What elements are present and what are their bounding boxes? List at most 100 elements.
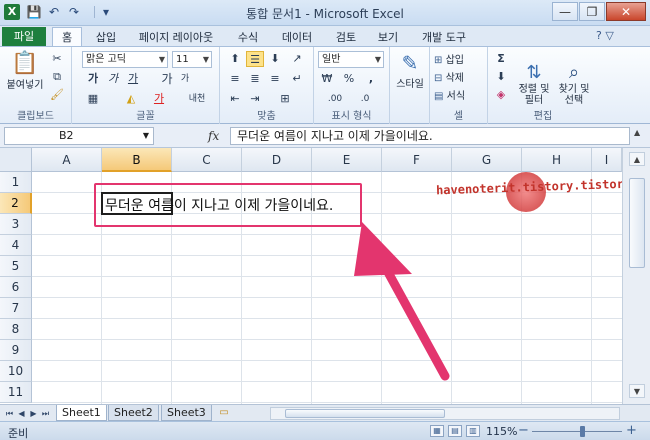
prev-sheet-icon[interactable]: ◀	[16, 407, 27, 420]
horizontal-scrollbar[interactable]	[270, 407, 620, 420]
horizontal-scroll-thumb[interactable]	[285, 409, 445, 418]
tab-formulas[interactable]: 수식	[230, 29, 266, 46]
align-right-icon[interactable]: ≡	[266, 71, 284, 87]
column-header-g[interactable]: G	[452, 148, 522, 172]
column-header-f[interactable]: F	[382, 148, 452, 172]
cut-icon[interactable]: ✂	[48, 51, 66, 67]
italic-button[interactable]: 가	[104, 71, 122, 87]
worksheet-grid[interactable]: ABCDEFGHI 1 2 3 4 5 6 7 8 9 10 11 무더운 여름이 지나고 이제 가…	[0, 148, 650, 404]
column-header-i[interactable]: I	[592, 148, 622, 172]
currency-button[interactable]: ₩	[318, 71, 336, 87]
column-header-c[interactable]: C	[172, 148, 242, 172]
row-header-3[interactable]: 3	[0, 214, 32, 235]
tab-file[interactable]: 파일	[2, 27, 46, 46]
row-header-7[interactable]: 7	[0, 298, 32, 319]
name-box[interactable]: B2 ▼	[4, 127, 154, 145]
tab-insert[interactable]: 삽입	[88, 29, 124, 46]
font-name-combo[interactable]: 맑은 고딕 ▼	[82, 51, 168, 68]
copy-icon[interactable]: ⧉	[48, 69, 66, 85]
zoom-out-button[interactable]: −	[518, 423, 529, 438]
comma-style-button[interactable]: ,	[362, 71, 380, 87]
insert-function-button[interactable]: fx	[208, 129, 219, 143]
row-header-1[interactable]: 1	[0, 172, 32, 193]
scroll-up-icon[interactable]: ▲	[629, 152, 645, 166]
help-icon[interactable]: ? ▽	[596, 29, 614, 42]
tab-page-layout[interactable]: 페이지 레이아웃	[128, 29, 224, 46]
bold-button[interactable]: 가	[84, 71, 102, 87]
phonetic-button[interactable]: 내천	[184, 91, 210, 107]
column-header-d[interactable]: D	[242, 148, 312, 172]
minimize-button[interactable]: —	[552, 2, 578, 21]
restore-button[interactable]: ❐	[579, 2, 605, 21]
column-header-b[interactable]: B	[102, 148, 172, 172]
column-header-e[interactable]: E	[312, 148, 382, 172]
align-top-icon[interactable]: ⬆	[226, 51, 244, 67]
align-center-icon[interactable]: ≣	[246, 71, 264, 87]
sheet-tab-2[interactable]: Sheet2	[108, 405, 159, 421]
tab-developer[interactable]: 개발 도구	[414, 29, 474, 46]
increase-decimal-button[interactable]: .00	[322, 91, 348, 107]
row-header-8[interactable]: 8	[0, 319, 32, 340]
tab-home[interactable]: 홈	[52, 27, 82, 47]
border-icon[interactable]: ▦	[84, 91, 102, 107]
last-sheet-icon[interactable]: ⏭	[40, 407, 51, 420]
row-header-9[interactable]: 9	[0, 340, 32, 361]
vertical-scrollbar[interactable]: ▲ ▼	[622, 148, 650, 404]
format-cells-button[interactable]: ▤ 서식	[434, 87, 465, 102]
styles-button[interactable]: ✎ 스타일	[393, 51, 427, 90]
scroll-down-icon[interactable]: ▼	[629, 384, 645, 398]
font-color-button[interactable]: 가	[150, 91, 168, 107]
decrease-decimal-button[interactable]: .0	[352, 91, 378, 107]
formula-input[interactable]: 무더운 여름이 지나고 이제 가을이네요.	[230, 127, 630, 145]
zoom-slider-track[interactable]	[532, 431, 622, 432]
normal-view-icon[interactable]: ▦	[430, 425, 444, 437]
insert-cells-button[interactable]: ⊞ 삽입	[434, 51, 464, 66]
expand-formula-bar-icon[interactable]: ▲	[634, 128, 640, 137]
sheet-tab-3[interactable]: Sheet3	[161, 405, 212, 421]
shrink-font-button[interactable]: 가	[176, 71, 194, 87]
column-header-h[interactable]: H	[522, 148, 592, 172]
first-sheet-icon[interactable]: ⏮	[4, 407, 15, 420]
tab-data[interactable]: 데이터	[272, 29, 322, 46]
zoom-level[interactable]: 115%	[486, 425, 517, 438]
close-button[interactable]: ✕	[606, 2, 646, 21]
merge-center-icon[interactable]: ⊞	[276, 91, 294, 107]
row-header-11[interactable]: 11	[0, 382, 32, 403]
fill-color-icon[interactable]: ◭	[122, 91, 140, 107]
clear-icon[interactable]: ◈	[492, 87, 510, 103]
wrap-text-icon[interactable]: ↵	[288, 71, 306, 87]
font-size-combo[interactable]: 11 ▼	[172, 51, 212, 68]
paste-button[interactable]: 📋 붙여넣기	[6, 51, 44, 91]
vertical-scroll-thumb[interactable]	[629, 178, 645, 268]
row-header-5[interactable]: 5	[0, 256, 32, 277]
sheet-tab-1[interactable]: Sheet1	[56, 405, 107, 421]
select-all-corner[interactable]	[0, 148, 32, 172]
row-header-4[interactable]: 4	[0, 235, 32, 256]
align-bottom-icon[interactable]: ⬇	[266, 51, 284, 67]
format-painter-icon[interactable]: 🖌	[48, 87, 66, 103]
row-header-2[interactable]: 2	[0, 193, 32, 214]
grow-font-button[interactable]: 가	[158, 71, 176, 87]
number-format-combo[interactable]: 일반 ▼	[318, 51, 384, 68]
align-left-icon[interactable]: ≡	[226, 71, 244, 87]
tab-review[interactable]: 검토	[328, 29, 364, 46]
autosum-button[interactable]: Σ	[492, 51, 510, 67]
fill-icon[interactable]: ⬇	[492, 69, 510, 85]
insert-sheet-icon[interactable]: ▭	[216, 406, 232, 420]
row-header-6[interactable]: 6	[0, 277, 32, 298]
orientation-icon[interactable]: ↗	[288, 51, 306, 67]
zoom-slider-thumb[interactable]	[580, 426, 585, 437]
zoom-in-button[interactable]: +	[626, 423, 637, 438]
increase-indent-icon[interactable]: ⇥	[246, 91, 264, 107]
percent-button[interactable]: %	[340, 71, 358, 87]
column-header-a[interactable]: A	[32, 148, 102, 172]
underline-button[interactable]: 가	[124, 71, 142, 87]
decrease-indent-icon[interactable]: ⇤	[226, 91, 244, 107]
tab-view[interactable]: 보기	[370, 29, 406, 46]
page-break-view-icon[interactable]: ▥	[466, 425, 480, 437]
row-header-10[interactable]: 10	[0, 361, 32, 382]
delete-cells-button[interactable]: ⊟ 삭제	[434, 69, 464, 84]
page-layout-view-icon[interactable]: ▤	[448, 425, 462, 437]
next-sheet-icon[interactable]: ▶	[28, 407, 39, 420]
align-middle-icon[interactable]: ☰	[246, 51, 264, 67]
